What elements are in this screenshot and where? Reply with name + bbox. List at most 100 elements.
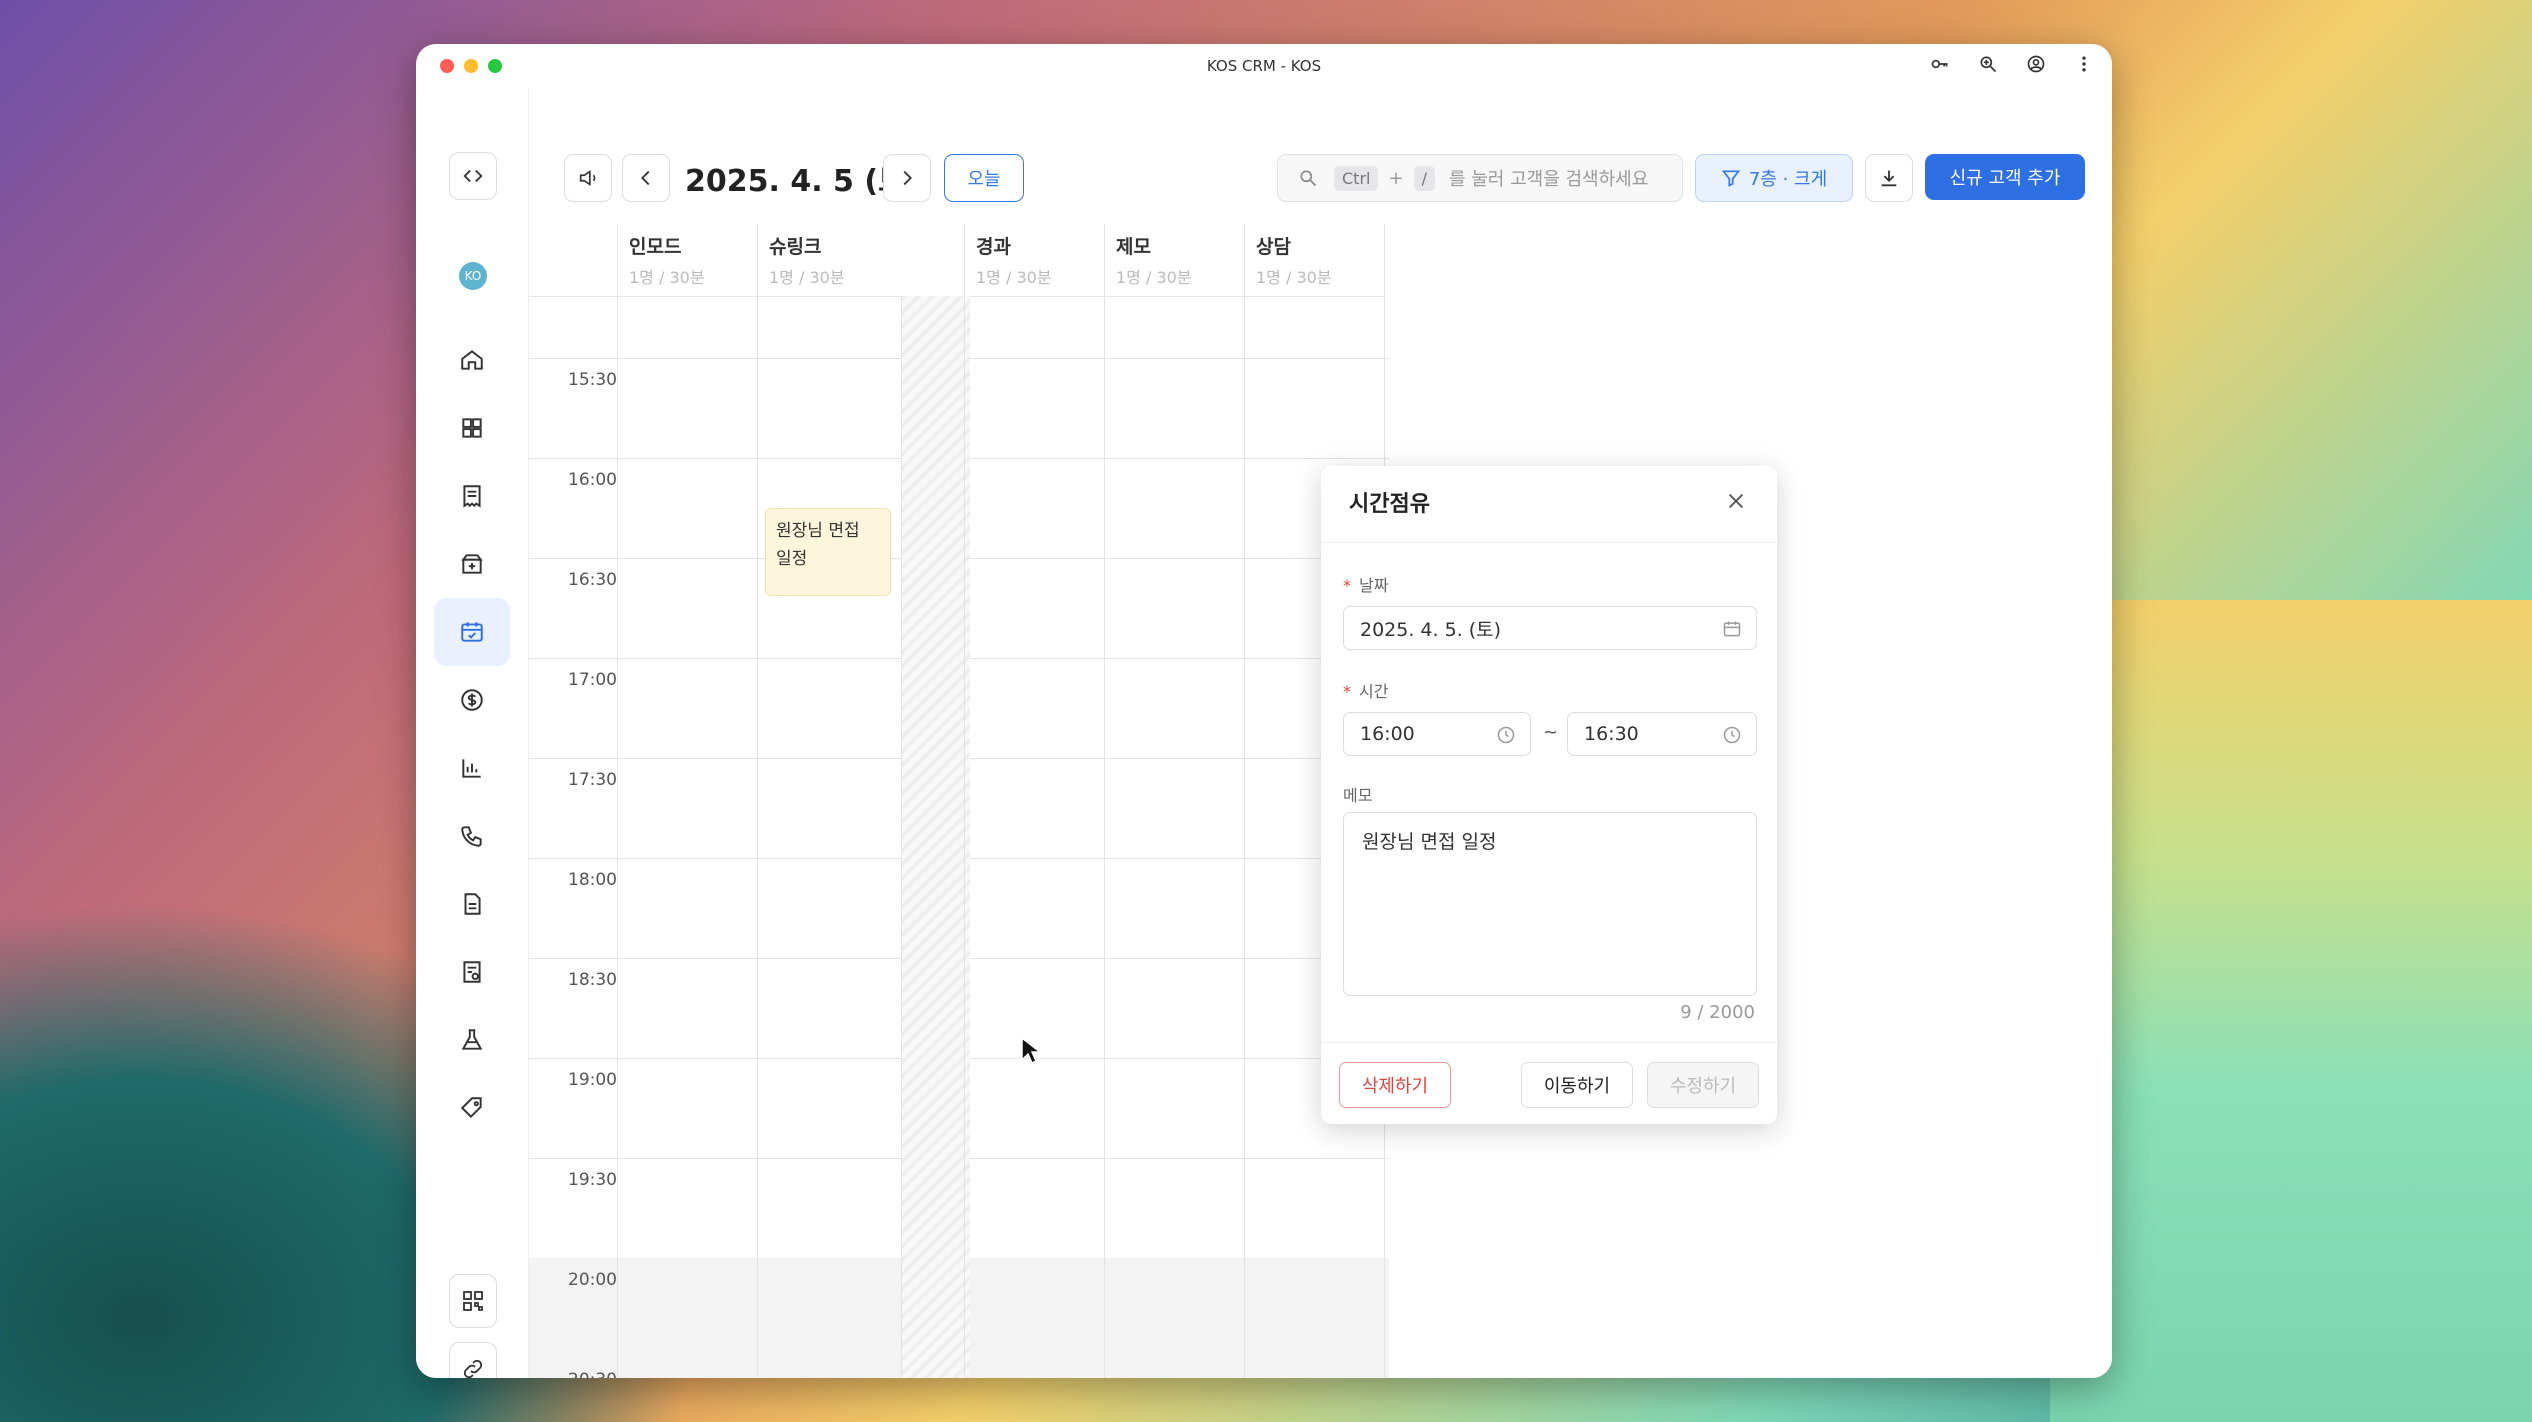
qr-button[interactable] xyxy=(449,1274,497,1328)
memo-label: 메모 xyxy=(1343,786,1373,805)
schedule-grid: 인모드 1명 / 30분 슈링크 1명 / 30분 경과 1명 / 30분 제모… xyxy=(529,224,1389,1378)
time-label: 19:00 xyxy=(568,1070,617,1090)
edit-button[interactable]: 수정하기 xyxy=(1647,1062,1759,1108)
link-button[interactable] xyxy=(449,1342,497,1378)
document-icon xyxy=(464,893,481,915)
main-area: 2025. 4. 5 (토) 오늘 Ctrl + / 를 눌러 고객을 검색하세… xyxy=(528,88,2112,1378)
end-time-value: 16:30 xyxy=(1584,723,1639,745)
column-header[interactable]: 인모드 1명 / 30분 xyxy=(617,224,758,297)
column-header[interactable]: 경과 1명 / 30분 xyxy=(964,224,1105,297)
event-card[interactable]: 원장님 면접 일정 xyxy=(765,508,891,596)
close-icon[interactable] xyxy=(1725,490,1747,512)
nav-calls[interactable] xyxy=(434,802,510,870)
chart-icon xyxy=(462,759,481,778)
key-icon[interactable] xyxy=(1930,54,1950,74)
time-column-head xyxy=(529,224,618,297)
window-title: KOS CRM - KOS xyxy=(1206,57,1322,75)
speaker-icon xyxy=(579,170,596,186)
filter-button[interactable]: 7층 · 크게 xyxy=(1695,154,1853,202)
today-button[interactable]: 오늘 xyxy=(944,154,1024,202)
column-header[interactable]: 슈링크 1명 / 30분 xyxy=(757,224,965,297)
app-window: KOS CRM - KOS KO 2025. 4. 5 (토) 오늘 Ctrl … xyxy=(416,44,2112,1378)
nav-grid[interactable] xyxy=(434,394,510,462)
column-capacity: 1명 / 30분 xyxy=(629,268,705,287)
nav-tags[interactable] xyxy=(434,1074,510,1142)
memo-textarea[interactable]: 원장님 면접 일정 xyxy=(1343,812,1757,996)
chevron-left-icon xyxy=(641,170,650,186)
nav-lab[interactable] xyxy=(434,1006,510,1074)
customer-search[interactable]: Ctrl + / 를 눌러 고객을 검색하세요 xyxy=(1277,154,1683,202)
calendar-small-icon xyxy=(1723,621,1741,637)
more-icon[interactable] xyxy=(2074,54,2094,74)
grid-divider xyxy=(617,224,618,1378)
new-customer-button[interactable]: 신규 고객 추가 xyxy=(1925,154,2085,200)
maximize-window-button[interactable] xyxy=(488,59,502,73)
time-label: 20:00 xyxy=(568,1270,617,1290)
time-label: 19:30 xyxy=(568,1170,617,1190)
nav-calendar[interactable] xyxy=(434,598,510,666)
chevron-right-icon xyxy=(903,170,912,186)
zoom-icon[interactable] xyxy=(1978,54,1998,74)
time-label: 15:30 xyxy=(568,370,617,390)
search-placeholder: 를 눌러 고객을 검색하세요 xyxy=(1448,169,1649,190)
nav-receipt[interactable] xyxy=(434,462,510,530)
nav-sales[interactable] xyxy=(434,666,510,734)
prev-day-button[interactable] xyxy=(622,154,670,202)
kbd-slash: / xyxy=(1413,165,1435,191)
link-icon xyxy=(463,1359,483,1378)
column-name: 인모드 xyxy=(629,236,682,258)
start-time-value: 16:00 xyxy=(1360,723,1415,745)
download-icon xyxy=(1881,170,1897,187)
avatar[interactable]: KO xyxy=(459,262,487,290)
wallpaper-green xyxy=(2050,600,2532,1422)
nav-home[interactable] xyxy=(434,326,510,394)
qr-icon xyxy=(463,1291,483,1311)
flask-icon xyxy=(461,1029,483,1050)
time-label: 18:30 xyxy=(568,970,617,990)
minimize-window-button[interactable] xyxy=(464,59,478,73)
move-button[interactable]: 이동하기 xyxy=(1521,1062,1633,1108)
column-header[interactable]: 제모 1명 / 30분 xyxy=(1104,224,1245,297)
delete-button[interactable]: 삭제하기 xyxy=(1339,1062,1451,1108)
blocked-slot xyxy=(901,296,970,1378)
date-value: 2025. 4. 5. (토) xyxy=(1360,618,1502,641)
column-capacity: 1명 / 30분 xyxy=(976,268,1052,287)
time-label: 16:30 xyxy=(568,570,617,590)
receipt-icon xyxy=(463,485,481,508)
account-icon[interactable] xyxy=(2026,54,2046,74)
nav-package[interactable] xyxy=(434,530,510,598)
modal-divider xyxy=(1321,1042,1777,1043)
time-label: * 시간 xyxy=(1343,682,1389,701)
filter-icon xyxy=(1721,170,1741,187)
clock-icon xyxy=(1723,726,1741,744)
nav-reports[interactable] xyxy=(434,938,510,1006)
grid-divider xyxy=(1244,224,1245,1378)
time-separator: ~ xyxy=(1543,722,1559,743)
start-time-field[interactable]: 16:00 xyxy=(1343,712,1531,756)
sidebar-toggle-button[interactable] xyxy=(449,152,497,200)
package-icon xyxy=(461,554,483,574)
announcement-button[interactable] xyxy=(564,154,612,202)
column-name: 슈링크 xyxy=(769,236,822,258)
kbd-plus: + xyxy=(1388,167,1404,189)
close-window-button[interactable] xyxy=(440,59,454,73)
column-capacity: 1명 / 30분 xyxy=(1116,268,1192,287)
grid-divider xyxy=(964,224,965,1378)
date-field[interactable]: 2025. 4. 5. (토) xyxy=(1343,606,1757,650)
end-time-field[interactable]: 16:30 xyxy=(1567,712,1757,756)
nav-stats[interactable] xyxy=(434,734,510,802)
time-label: 17:30 xyxy=(568,770,617,790)
code-icon xyxy=(463,169,483,183)
nav-documents[interactable] xyxy=(434,870,510,938)
next-day-button[interactable] xyxy=(883,154,931,202)
column-header[interactable]: 상담 1명 / 30분 xyxy=(1244,224,1385,297)
calendar-icon xyxy=(461,622,483,642)
phone-icon xyxy=(461,826,482,847)
modal-divider xyxy=(1321,542,1777,543)
time-label: 18:00 xyxy=(568,870,617,890)
time-label: 16:00 xyxy=(568,470,617,490)
grid-icon xyxy=(462,418,482,438)
tag-icon xyxy=(460,1097,482,1119)
download-button[interactable] xyxy=(1865,154,1913,202)
titlebar: KOS CRM - KOS xyxy=(416,44,2112,88)
